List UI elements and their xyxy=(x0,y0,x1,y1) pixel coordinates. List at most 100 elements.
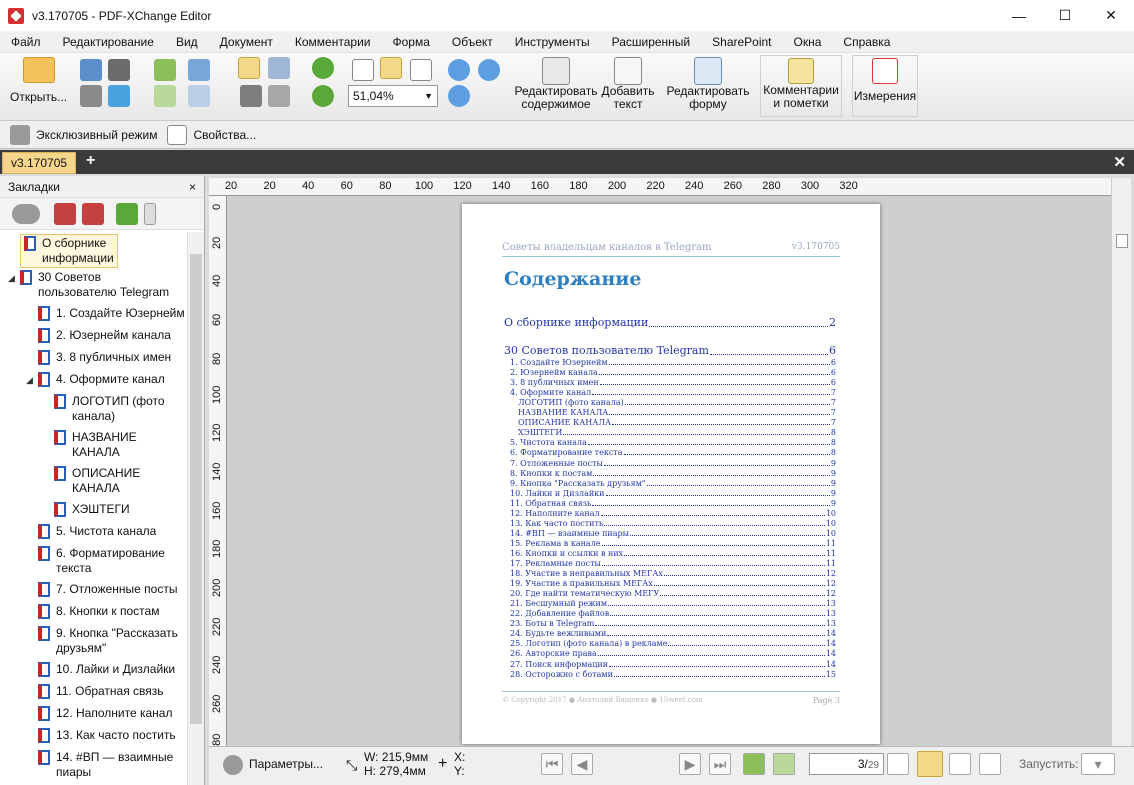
bookmark-item[interactable]: 5. Чистота канала xyxy=(38,524,156,539)
comments-markup-button[interactable]: Комментарии и пометки xyxy=(760,55,842,117)
bookmark-item[interactable]: 14. #ВП — взаимные пиары xyxy=(38,750,173,780)
measure-button[interactable]: Измерения xyxy=(852,55,918,117)
first-page-button[interactable]: ⏮ xyxy=(541,753,563,775)
toc-entry[interactable]: 30 Советов пользователю Telegram 6 xyxy=(504,344,836,357)
toc-entry[interactable]: 26. Авторские права 14 xyxy=(510,649,836,658)
menu-windows[interactable]: Окна xyxy=(783,31,833,53)
toc-entry[interactable]: НАЗВАНИЕ КАНАЛА 7 xyxy=(518,408,836,417)
menu-sharepoint[interactable]: SharePoint xyxy=(701,31,782,53)
open-button[interactable]: Открыть... xyxy=(10,57,67,104)
zoom-plus-icon[interactable] xyxy=(448,85,470,107)
toc-entry[interactable]: 23. Боты в Telegram 13 xyxy=(510,619,836,628)
redo-icon[interactable] xyxy=(188,85,210,107)
menu-file[interactable]: Файл xyxy=(0,31,52,53)
actual-size-icon[interactable] xyxy=(352,59,374,81)
minimize-button[interactable]: — xyxy=(996,0,1042,31)
continuous-page-icon[interactable] xyxy=(917,751,943,777)
toc-entry[interactable]: 10. Лайки и Дизлайки 9 xyxy=(510,489,836,498)
toc-entry[interactable]: 15. Реклама в канале 11 xyxy=(510,539,836,548)
edit-content-button[interactable]: Редактировать содержимое xyxy=(515,57,597,111)
fit-page-icon[interactable] xyxy=(380,57,402,79)
expand-toggle-icon[interactable]: ◢ xyxy=(8,273,15,284)
menu-form[interactable]: Форма xyxy=(381,31,440,53)
toc-entry[interactable]: 14. #ВП — взаимные пиары 10 xyxy=(510,529,836,538)
toc-entry[interactable]: 24. Будьте вежливыми 14 xyxy=(510,629,836,638)
page-number-input[interactable]: 3/29 xyxy=(809,753,884,775)
toc-entry[interactable]: ОПИСАНИЕ КАНАЛА 7 xyxy=(518,418,836,427)
bookmark-item[interactable]: ОПИСАНИЕ КАНАЛА xyxy=(54,466,140,496)
toc-entry[interactable]: 5. Чистота канала 8 xyxy=(510,438,836,447)
forward-view-icon[interactable] xyxy=(773,753,795,775)
toc-entry[interactable]: 12. Наполните канал 10 xyxy=(510,509,836,518)
new-tab-button[interactable]: + xyxy=(86,152,95,170)
export-icon[interactable] xyxy=(154,85,176,107)
zoom-out-icon[interactable] xyxy=(478,59,500,81)
new-child-bookmark-icon[interactable] xyxy=(116,202,138,225)
bookmark-item[interactable]: 3. 8 публичных имен xyxy=(38,350,171,365)
bookmark-item[interactable]: 6. Форматирование текста xyxy=(38,546,165,576)
delete-bookmark-icon[interactable] xyxy=(82,202,104,225)
save-icon[interactable] xyxy=(80,59,102,81)
toc-entry[interactable]: 8. Кнопки к постам 9 xyxy=(510,469,836,478)
bookmark-item[interactable]: 30 Советов пользователю Telegram xyxy=(20,270,169,300)
bookmark-item[interactable]: НАЗВАНИЕ КАНАЛА xyxy=(54,430,137,460)
document-tab[interactable]: v3.170705 xyxy=(2,152,77,174)
rotate-cw-icon[interactable] xyxy=(312,57,334,79)
gear-icon[interactable] xyxy=(12,203,40,224)
toc-entry[interactable]: 25. Логотип (фото канала) в рекламе 14 xyxy=(510,639,836,648)
bookmark-item[interactable]: 11. Обратная связь xyxy=(38,684,164,699)
email-icon[interactable] xyxy=(108,85,130,107)
rotate-ccw-icon[interactable] xyxy=(312,85,334,107)
add-bookmark-icon[interactable] xyxy=(54,202,76,225)
toc-entry[interactable]: 20. Где найти тематическую МЕГУ 12 xyxy=(510,589,836,598)
settings-icon[interactable] xyxy=(223,755,243,775)
bookmark-item[interactable]: 4. Оформите канал xyxy=(38,372,165,387)
toc-entry[interactable]: О сборнике информации 2 xyxy=(504,316,836,329)
exclusive-mode-button[interactable]: Эксклюзивный режим xyxy=(10,124,157,145)
fit-width-icon[interactable] xyxy=(410,59,432,81)
properties-button[interactable]: Свойства... xyxy=(167,124,256,145)
print-icon[interactable] xyxy=(80,85,102,107)
toc-entry[interactable]: 27. Поиск информации 14 xyxy=(510,660,836,669)
bookmark-item[interactable]: 12. Наполните канал xyxy=(38,706,172,721)
document-scrollbar[interactable] xyxy=(1111,178,1131,746)
toc-entry[interactable]: 19. Участие в правильных МЕГАх 12 xyxy=(510,579,836,588)
toc-entry[interactable]: 1. Создайте Юзернейм 6 xyxy=(510,358,836,367)
back-view-icon[interactable] xyxy=(743,753,765,775)
params-button[interactable]: Параметры... xyxy=(249,757,323,771)
toc-entry[interactable]: 21. Бесшумный режим 13 xyxy=(510,599,836,608)
close-tab-button[interactable]: ✕ xyxy=(1113,153,1126,171)
select-text-icon[interactable] xyxy=(268,57,290,79)
bookmark-item[interactable]: 10. Лайки и Дизлайки xyxy=(38,662,175,677)
scrollbar-thumb[interactable] xyxy=(190,254,202,724)
menu-object[interactable]: Объект xyxy=(441,31,504,53)
document-canvas[interactable]: Советы владельцам каналов в Telegram v3.… xyxy=(227,196,1111,746)
snapshot-icon[interactable] xyxy=(240,85,262,107)
toc-entry[interactable]: ХЭШТЕГИ 8 xyxy=(518,428,836,437)
bookmark-item[interactable]: 9. Кнопка "Рассказать друзьям" xyxy=(38,626,178,656)
bookmark-item[interactable]: О сборнике информации xyxy=(20,234,118,268)
toc-entry[interactable]: 9. Кнопка "Рассказать друзьям" 9 xyxy=(510,479,836,488)
single-page-icon[interactable] xyxy=(887,753,909,775)
toc-entry[interactable]: 4. Оформите канал 7 xyxy=(510,388,836,397)
chevron-down-icon[interactable] xyxy=(144,202,156,225)
toc-entry[interactable]: 13. Как часто постить 10 xyxy=(510,519,836,528)
toc-entry[interactable]: 2. Юзернейм канала 6 xyxy=(510,368,836,377)
link-icon[interactable] xyxy=(268,85,290,107)
toc-entry[interactable]: 18. Участие в неправильных МЕГАх 12 xyxy=(510,569,836,578)
close-window-button[interactable]: ✕ xyxy=(1088,0,1134,31)
edit-form-button[interactable]: Редактировать форму xyxy=(665,57,751,111)
toc-entry[interactable]: 6. Форматирование текста 8 xyxy=(510,448,836,457)
menu-comments[interactable]: Комментарии xyxy=(284,31,382,53)
toc-entry[interactable]: 11. Обратная связь 9 xyxy=(510,499,836,508)
zoom-combobox[interactable]: 51,04% ▼ xyxy=(348,85,438,107)
menu-tools[interactable]: Инструменты xyxy=(504,31,601,53)
bookmark-item[interactable]: ХЭШТЕГИ xyxy=(54,502,130,517)
last-page-button[interactable]: ⏭ xyxy=(709,753,731,775)
document-scrollbar-thumb[interactable] xyxy=(1116,234,1128,248)
toc-entry[interactable]: 3. 8 публичных имен 6 xyxy=(510,378,836,387)
zoom-in-icon[interactable] xyxy=(448,59,470,81)
add-text-button[interactable]: Добавить текст xyxy=(599,57,657,111)
toc-entry[interactable]: 22. Добавление файлов 13 xyxy=(510,609,836,618)
bookmark-item[interactable]: 7. Отложенные посты xyxy=(38,582,177,597)
